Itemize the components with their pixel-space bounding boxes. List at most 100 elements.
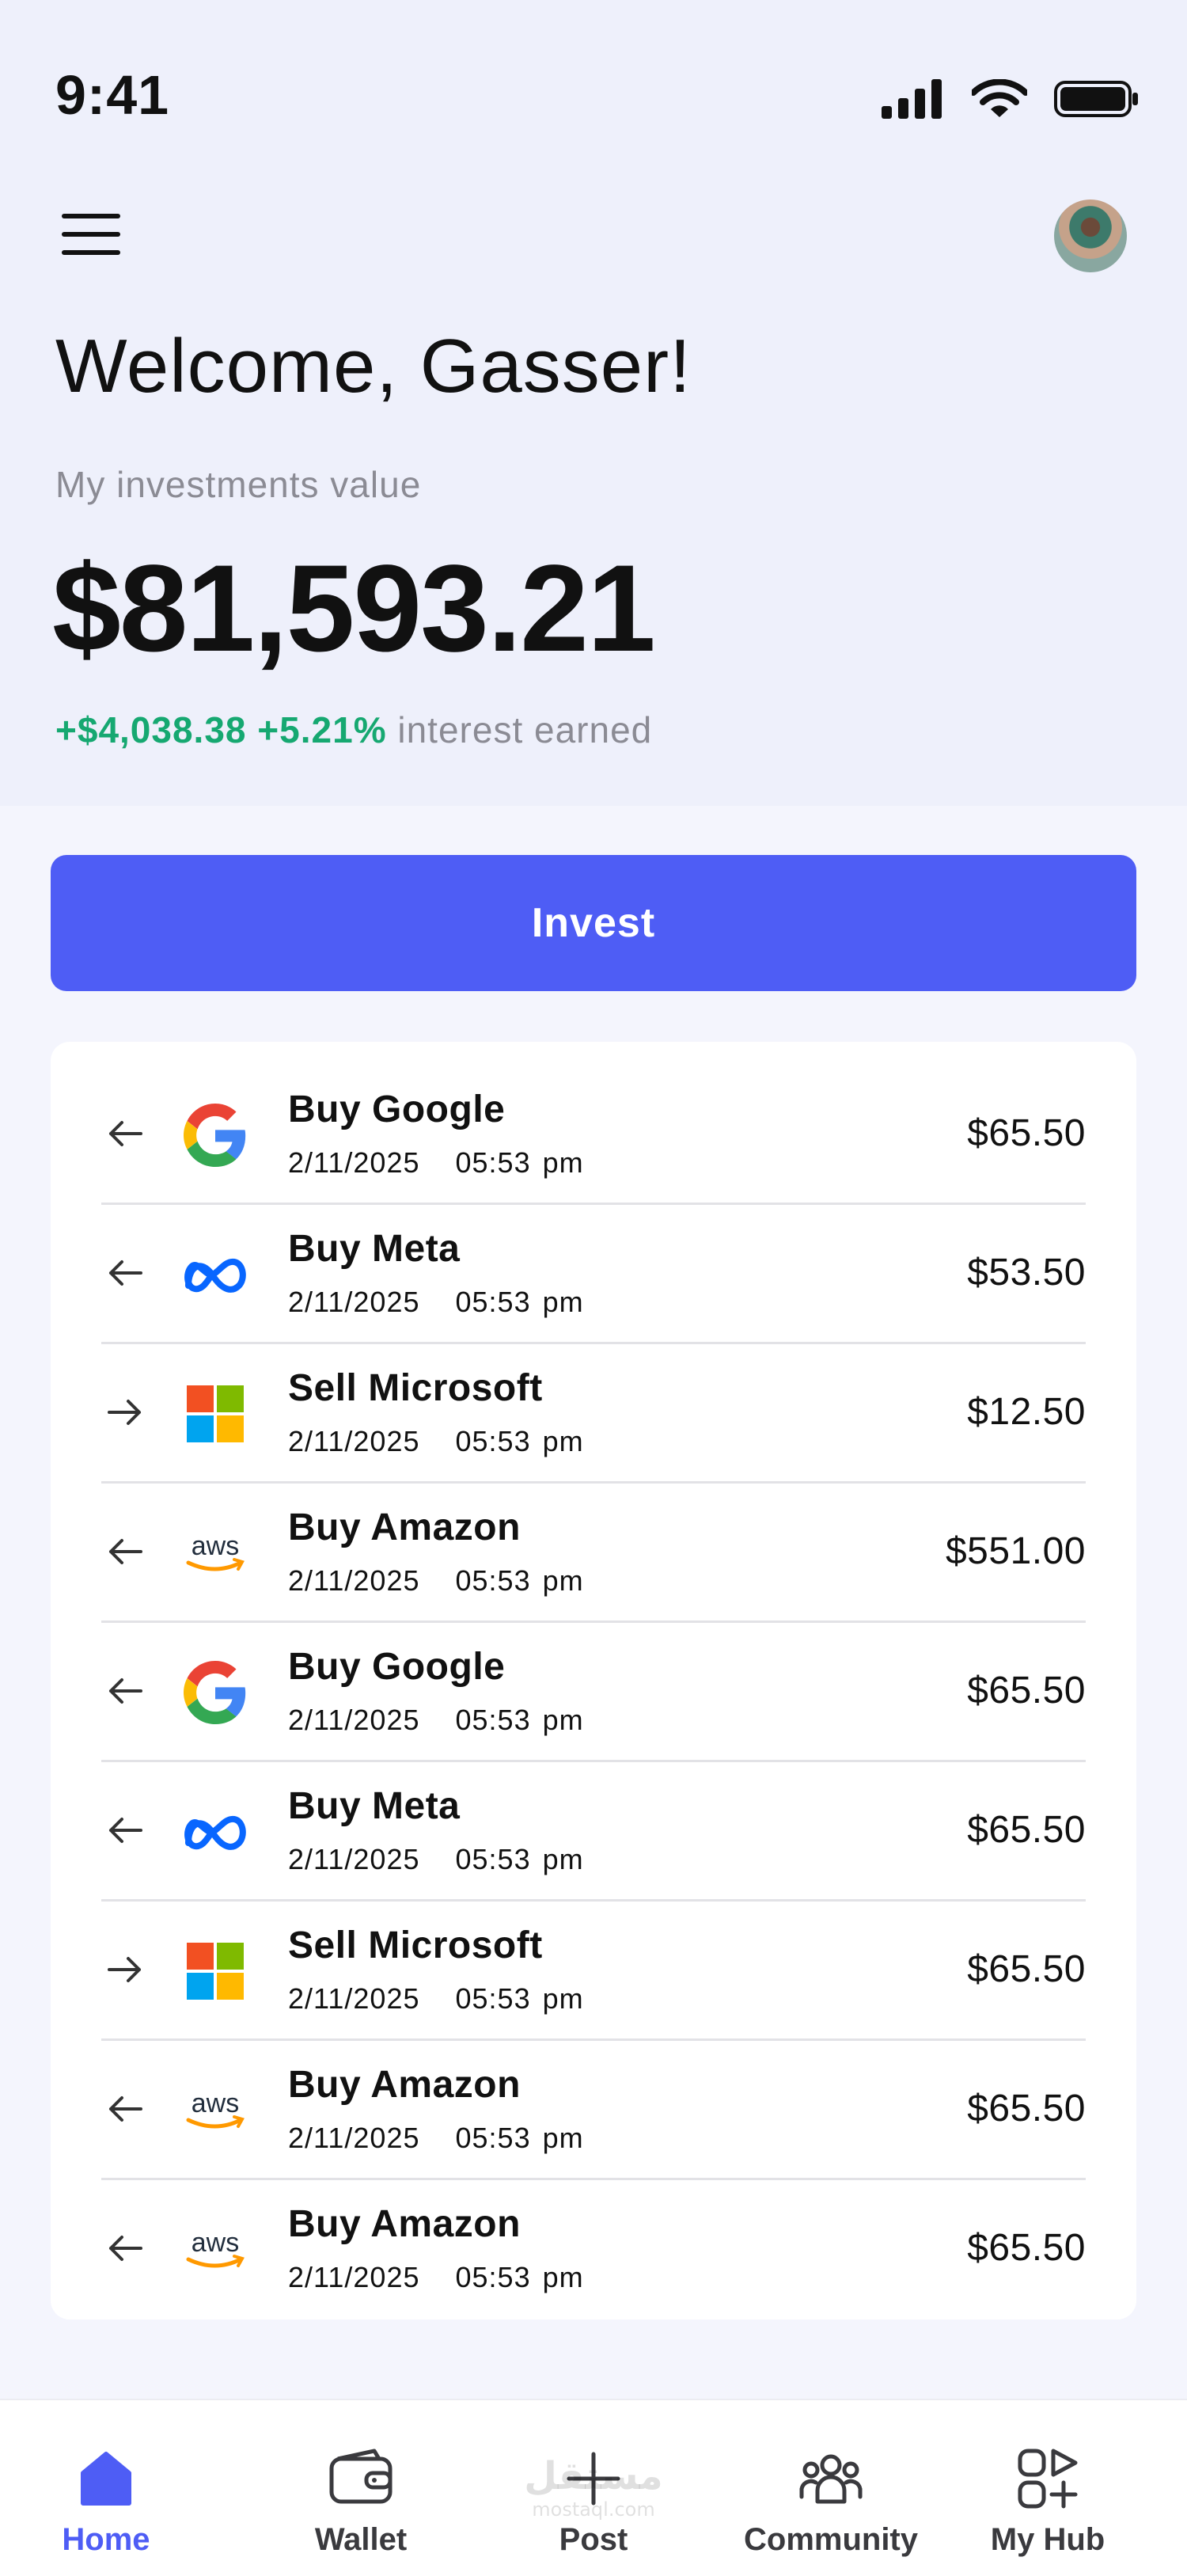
- transaction-date: 2/11/2025: [288, 1286, 420, 1318]
- interest-suffix: interest earned: [397, 709, 653, 750]
- transaction-amount: $65.50: [967, 2088, 1086, 2130]
- status-time: 9:41: [55, 64, 170, 126]
- welcome-heading: Welcome, Gasser!: [55, 324, 692, 408]
- tab-home[interactable]: Home: [0, 2400, 225, 2576]
- transaction-row[interactable]: Sell Microsoft 2/11/2025 05:53 pm $65.50: [101, 1902, 1086, 2041]
- arrow-left-icon: [101, 1249, 149, 1297]
- transaction-date: 2/11/2025: [288, 2122, 420, 2154]
- svg-text:aws: aws: [192, 1531, 239, 1561]
- meta-logo: [180, 1240, 250, 1309]
- transaction-amount: $12.50: [967, 1391, 1086, 1433]
- microsoft-logo: [180, 1379, 250, 1449]
- transaction-time: 05:53 pm: [455, 1843, 584, 1875]
- transaction-amount: $65.50: [967, 1809, 1086, 1851]
- interest-percent: +5.21%: [257, 709, 387, 750]
- wifi-icon: [972, 79, 1027, 117]
- transaction-date: 2/11/2025: [288, 1564, 420, 1597]
- transaction-amount: $65.50: [967, 1670, 1086, 1712]
- invest-button[interactable]: Invest: [51, 855, 1136, 991]
- tab-label: Home: [62, 2522, 150, 2557]
- svg-text:aws: aws: [192, 2228, 239, 2258]
- transaction-row[interactable]: Sell Microsoft 2/11/2025 05:53 pm $12.50: [101, 1344, 1086, 1484]
- arrow-left-icon: [101, 1667, 149, 1715]
- transaction-title: Sell Microsoft: [288, 1367, 543, 1409]
- transaction-amount: $65.50: [967, 2227, 1086, 2269]
- transaction-datetime: 2/11/2025 05:53 pm: [288, 1843, 584, 1876]
- tab-my-hub[interactable]: My Hub: [929, 2400, 1166, 2576]
- interest-summary: +$4,038.38 +5.21% interest earned: [55, 709, 652, 751]
- transaction-row[interactable]: Buy Meta 2/11/2025 05:53 pm $65.50: [101, 1762, 1086, 1902]
- transaction-datetime: 2/11/2025 05:53 pm: [288, 1982, 584, 2016]
- transaction-date: 2/11/2025: [288, 2261, 420, 2293]
- transaction-datetime: 2/11/2025 05:53 pm: [288, 1425, 584, 1458]
- transaction-datetime: 2/11/2025 05:53 pm: [288, 2122, 584, 2155]
- arrow-left-icon: [101, 2225, 149, 2272]
- arrow-left-icon: [101, 1110, 149, 1157]
- interest-amount: +$4,038.38: [55, 709, 247, 750]
- tab-wallet[interactable]: Wallet: [242, 2400, 480, 2576]
- transaction-time: 05:53 pm: [455, 1146, 584, 1179]
- transaction-title: Buy Amazon: [288, 1506, 521, 1548]
- wallet-icon: [327, 2445, 395, 2513]
- watermark: مستقل mostaql.com: [506, 2454, 681, 2521]
- meta-logo: [180, 1797, 250, 1867]
- hub-icon: [1014, 2445, 1082, 2513]
- cellular-signal-icon: [882, 79, 942, 119]
- transaction-amount: $53.50: [967, 1252, 1086, 1294]
- aws-logo: aws: [180, 2076, 250, 2145]
- svg-text:aws: aws: [192, 2088, 239, 2118]
- tab-label: Wallet: [314, 2522, 408, 2557]
- tab-label: My Hub: [990, 2522, 1105, 2557]
- arrow-left-icon: [101, 1807, 149, 1854]
- transaction-date: 2/11/2025: [288, 1843, 420, 1875]
- transaction-time: 05:53 pm: [455, 1564, 584, 1597]
- tab-community[interactable]: Community: [712, 2400, 950, 2576]
- transaction-date: 2/11/2025: [288, 1146, 420, 1179]
- battery-icon: [1054, 81, 1138, 117]
- avatar[interactable]: [1054, 199, 1127, 272]
- arrow-left-icon: [101, 1528, 149, 1575]
- watermark-text: مستقل: [524, 2454, 663, 2498]
- menu-icon[interactable]: [62, 212, 122, 256]
- transaction-row[interactable]: Buy Google 2/11/2025 05:53 pm $65.50: [101, 1623, 1086, 1762]
- transaction-title: Buy Meta: [288, 1228, 461, 1270]
- transaction-title: Buy Amazon: [288, 2203, 521, 2245]
- transaction-datetime: 2/11/2025 05:53 pm: [288, 2261, 584, 2294]
- transaction-title: Buy Amazon: [288, 2064, 521, 2106]
- google-logo: [180, 1100, 250, 1170]
- transaction-title: Buy Google: [288, 1089, 506, 1130]
- transaction-date: 2/11/2025: [288, 1425, 420, 1457]
- arrow-left-icon: [101, 2085, 149, 2133]
- transaction-row[interactable]: aws Buy Amazon 2/11/2025 05:53 pm $65.50: [101, 2041, 1086, 2180]
- transaction-time: 05:53 pm: [455, 1286, 584, 1318]
- transaction-amount: $65.50: [967, 1948, 1086, 1990]
- community-icon: [797, 2445, 865, 2513]
- microsoft-logo: [180, 1936, 250, 2006]
- transaction-datetime: 2/11/2025 05:53 pm: [288, 1146, 584, 1180]
- arrow-right-icon: [101, 1946, 149, 1993]
- transaction-row[interactable]: Buy Google 2/11/2025 05:53 pm $65.50: [101, 1066, 1086, 1205]
- investments-label: My investments value: [55, 464, 422, 505]
- transaction-datetime: 2/11/2025 05:53 pm: [288, 1704, 584, 1737]
- transaction-time: 05:53 pm: [455, 1704, 584, 1736]
- transaction-time: 05:53 pm: [455, 1425, 584, 1457]
- transaction-row[interactable]: aws Buy Amazon 2/11/2025 05:53 pm $551.00: [101, 1484, 1086, 1623]
- transaction-title: Buy Google: [288, 1646, 506, 1688]
- transaction-title: Buy Meta: [288, 1785, 461, 1827]
- transaction-time: 05:53 pm: [455, 2261, 584, 2293]
- transaction-row[interactable]: aws Buy Amazon 2/11/2025 05:53 pm $65.50: [101, 2180, 1086, 2320]
- transaction-title: Sell Microsoft: [288, 1924, 543, 1966]
- transaction-row[interactable]: Buy Meta 2/11/2025 05:53 pm $53.50: [101, 1205, 1086, 1344]
- transaction-datetime: 2/11/2025 05:53 pm: [288, 1286, 584, 1319]
- tab-label: Post: [559, 2522, 628, 2557]
- transaction-date: 2/11/2025: [288, 1982, 420, 2015]
- google-logo: [180, 1658, 250, 1727]
- transaction-date: 2/11/2025: [288, 1704, 420, 1736]
- transaction-amount: $551.00: [945, 1530, 1086, 1572]
- status-icons: [882, 71, 1140, 127]
- aws-logo: aws: [180, 2215, 250, 2285]
- transaction-time: 05:53 pm: [455, 2122, 584, 2154]
- transaction-time: 05:53 pm: [455, 1982, 584, 2015]
- transaction-datetime: 2/11/2025 05:53 pm: [288, 1564, 584, 1598]
- investments-value: $81,593.21: [52, 540, 656, 678]
